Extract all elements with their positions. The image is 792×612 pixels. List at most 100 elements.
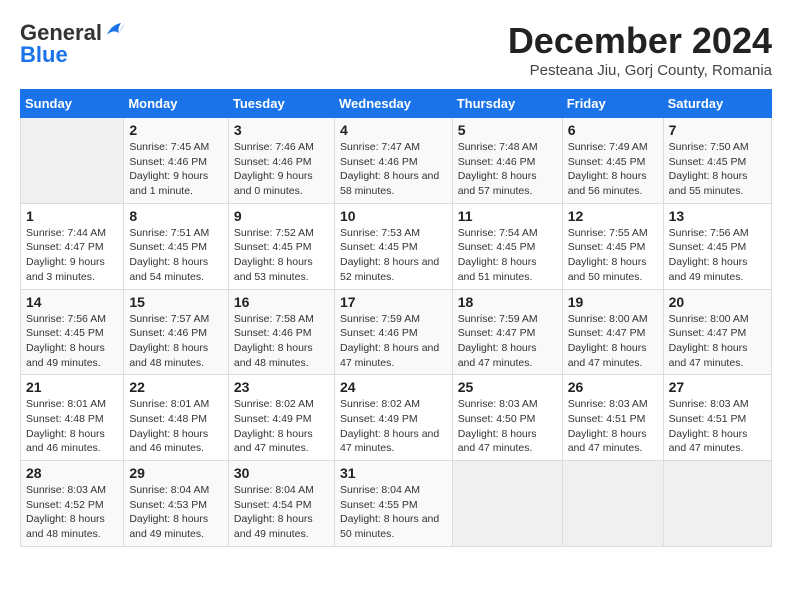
calendar-cell: 17 Sunrise: 7:59 AM Sunset: 4:46 PM Dayl… <box>334 289 452 375</box>
day-number: 4 <box>340 122 447 138</box>
col-tuesday: Tuesday <box>228 90 334 118</box>
day-info: Sunrise: 7:45 AM Sunset: 4:46 PM Dayligh… <box>129 140 223 199</box>
logo-bird-icon <box>103 21 125 41</box>
day-info: Sunrise: 8:02 AM Sunset: 4:49 PM Dayligh… <box>234 397 329 456</box>
day-info: Sunrise: 7:44 AM Sunset: 4:47 PM Dayligh… <box>26 226 118 285</box>
calendar-header-row: Sunday Monday Tuesday Wednesday Thursday… <box>21 90 772 118</box>
calendar-cell: 8 Sunrise: 7:51 AM Sunset: 4:45 PM Dayli… <box>124 203 229 289</box>
day-info: Sunrise: 8:03 AM Sunset: 4:52 PM Dayligh… <box>26 483 118 542</box>
day-number: 10 <box>340 208 447 224</box>
day-number: 19 <box>568 294 658 310</box>
calendar-cell: 12 Sunrise: 7:55 AM Sunset: 4:45 PM Dayl… <box>562 203 663 289</box>
day-number: 25 <box>458 379 557 395</box>
day-info: Sunrise: 8:03 AM Sunset: 4:50 PM Dayligh… <box>458 397 557 456</box>
day-info: Sunrise: 8:03 AM Sunset: 4:51 PM Dayligh… <box>669 397 766 456</box>
calendar-cell <box>663 461 771 547</box>
day-number: 14 <box>26 294 118 310</box>
day-number: 27 <box>669 379 766 395</box>
calendar-cell: 1 Sunrise: 7:44 AM Sunset: 4:47 PM Dayli… <box>21 203 124 289</box>
calendar-cell: 26 Sunrise: 8:03 AM Sunset: 4:51 PM Dayl… <box>562 375 663 461</box>
day-number: 23 <box>234 379 329 395</box>
day-number: 3 <box>234 122 329 138</box>
day-info: Sunrise: 7:47 AM Sunset: 4:46 PM Dayligh… <box>340 140 447 199</box>
calendar-cell: 6 Sunrise: 7:49 AM Sunset: 4:45 PM Dayli… <box>562 118 663 204</box>
calendar-week-row: 2 Sunrise: 7:45 AM Sunset: 4:46 PM Dayli… <box>21 118 772 204</box>
day-info: Sunrise: 8:03 AM Sunset: 4:51 PM Dayligh… <box>568 397 658 456</box>
day-number: 13 <box>669 208 766 224</box>
calendar-cell: 15 Sunrise: 7:57 AM Sunset: 4:46 PM Dayl… <box>124 289 229 375</box>
calendar-cell: 23 Sunrise: 8:02 AM Sunset: 4:49 PM Dayl… <box>228 375 334 461</box>
day-number: 7 <box>669 122 766 138</box>
calendar-cell: 31 Sunrise: 8:04 AM Sunset: 4:55 PM Dayl… <box>334 461 452 547</box>
col-friday: Friday <box>562 90 663 118</box>
calendar-week-row: 21 Sunrise: 8:01 AM Sunset: 4:48 PM Dayl… <box>21 375 772 461</box>
col-saturday: Saturday <box>663 90 771 118</box>
calendar-cell: 4 Sunrise: 7:47 AM Sunset: 4:46 PM Dayli… <box>334 118 452 204</box>
day-info: Sunrise: 8:00 AM Sunset: 4:47 PM Dayligh… <box>669 312 766 371</box>
day-number: 12 <box>568 208 658 224</box>
calendar-cell: 21 Sunrise: 8:01 AM Sunset: 4:48 PM Dayl… <box>21 375 124 461</box>
title-block: December 2024 Pesteana Jiu, Gorj County,… <box>508 20 772 79</box>
calendar-cell <box>562 461 663 547</box>
day-info: Sunrise: 8:02 AM Sunset: 4:49 PM Dayligh… <box>340 397 447 456</box>
day-info: Sunrise: 7:46 AM Sunset: 4:46 PM Dayligh… <box>234 140 329 199</box>
calendar-cell: 11 Sunrise: 7:54 AM Sunset: 4:45 PM Dayl… <box>452 203 562 289</box>
calendar-week-row: 1 Sunrise: 7:44 AM Sunset: 4:47 PM Dayli… <box>21 203 772 289</box>
day-number: 29 <box>129 465 223 481</box>
day-number: 24 <box>340 379 447 395</box>
day-number: 28 <box>26 465 118 481</box>
calendar-cell: 27 Sunrise: 8:03 AM Sunset: 4:51 PM Dayl… <box>663 375 771 461</box>
day-number: 15 <box>129 294 223 310</box>
calendar-cell <box>21 118 124 204</box>
day-info: Sunrise: 8:01 AM Sunset: 4:48 PM Dayligh… <box>129 397 223 456</box>
day-number: 8 <box>129 208 223 224</box>
day-info: Sunrise: 7:58 AM Sunset: 4:46 PM Dayligh… <box>234 312 329 371</box>
day-info: Sunrise: 7:48 AM Sunset: 4:46 PM Dayligh… <box>458 140 557 199</box>
calendar-cell: 5 Sunrise: 7:48 AM Sunset: 4:46 PM Dayli… <box>452 118 562 204</box>
calendar-cell: 19 Sunrise: 8:00 AM Sunset: 4:47 PM Dayl… <box>562 289 663 375</box>
calendar-week-row: 14 Sunrise: 7:56 AM Sunset: 4:45 PM Dayl… <box>21 289 772 375</box>
calendar-cell: 25 Sunrise: 8:03 AM Sunset: 4:50 PM Dayl… <box>452 375 562 461</box>
calendar-cell: 18 Sunrise: 7:59 AM Sunset: 4:47 PM Dayl… <box>452 289 562 375</box>
page-header: General Blue December 2024 Pesteana Jiu,… <box>20 20 772 79</box>
calendar-cell: 2 Sunrise: 7:45 AM Sunset: 4:46 PM Dayli… <box>124 118 229 204</box>
day-number: 18 <box>458 294 557 310</box>
day-info: Sunrise: 7:51 AM Sunset: 4:45 PM Dayligh… <box>129 226 223 285</box>
day-info: Sunrise: 8:00 AM Sunset: 4:47 PM Dayligh… <box>568 312 658 371</box>
calendar-week-row: 28 Sunrise: 8:03 AM Sunset: 4:52 PM Dayl… <box>21 461 772 547</box>
calendar-cell: 28 Sunrise: 8:03 AM Sunset: 4:52 PM Dayl… <box>21 461 124 547</box>
day-number: 20 <box>669 294 766 310</box>
day-number: 22 <box>129 379 223 395</box>
day-info: Sunrise: 8:04 AM Sunset: 4:53 PM Dayligh… <box>129 483 223 542</box>
calendar-cell: 3 Sunrise: 7:46 AM Sunset: 4:46 PM Dayli… <box>228 118 334 204</box>
day-info: Sunrise: 7:59 AM Sunset: 4:47 PM Dayligh… <box>458 312 557 371</box>
col-sunday: Sunday <box>21 90 124 118</box>
day-info: Sunrise: 7:54 AM Sunset: 4:45 PM Dayligh… <box>458 226 557 285</box>
day-info: Sunrise: 8:04 AM Sunset: 4:54 PM Dayligh… <box>234 483 329 542</box>
day-info: Sunrise: 7:56 AM Sunset: 4:45 PM Dayligh… <box>669 226 766 285</box>
calendar-cell: 29 Sunrise: 8:04 AM Sunset: 4:53 PM Dayl… <box>124 461 229 547</box>
day-info: Sunrise: 7:55 AM Sunset: 4:45 PM Dayligh… <box>568 226 658 285</box>
day-info: Sunrise: 7:50 AM Sunset: 4:45 PM Dayligh… <box>669 140 766 199</box>
calendar-cell: 24 Sunrise: 8:02 AM Sunset: 4:49 PM Dayl… <box>334 375 452 461</box>
col-thursday: Thursday <box>452 90 562 118</box>
calendar-cell: 20 Sunrise: 8:00 AM Sunset: 4:47 PM Dayl… <box>663 289 771 375</box>
logo-blue: Blue <box>20 42 68 68</box>
calendar-cell: 13 Sunrise: 7:56 AM Sunset: 4:45 PM Dayl… <box>663 203 771 289</box>
day-info: Sunrise: 7:52 AM Sunset: 4:45 PM Dayligh… <box>234 226 329 285</box>
logo: General Blue <box>20 20 125 68</box>
col-monday: Monday <box>124 90 229 118</box>
calendar-cell: 22 Sunrise: 8:01 AM Sunset: 4:48 PM Dayl… <box>124 375 229 461</box>
day-info: Sunrise: 7:49 AM Sunset: 4:45 PM Dayligh… <box>568 140 658 199</box>
day-number: 9 <box>234 208 329 224</box>
calendar-cell: 16 Sunrise: 7:58 AM Sunset: 4:46 PM Dayl… <box>228 289 334 375</box>
day-number: 2 <box>129 122 223 138</box>
calendar-cell <box>452 461 562 547</box>
day-number: 16 <box>234 294 329 310</box>
day-number: 11 <box>458 208 557 224</box>
day-number: 6 <box>568 122 658 138</box>
day-number: 26 <box>568 379 658 395</box>
day-number: 30 <box>234 465 329 481</box>
day-number: 5 <box>458 122 557 138</box>
calendar-table: Sunday Monday Tuesday Wednesday Thursday… <box>20 89 772 547</box>
